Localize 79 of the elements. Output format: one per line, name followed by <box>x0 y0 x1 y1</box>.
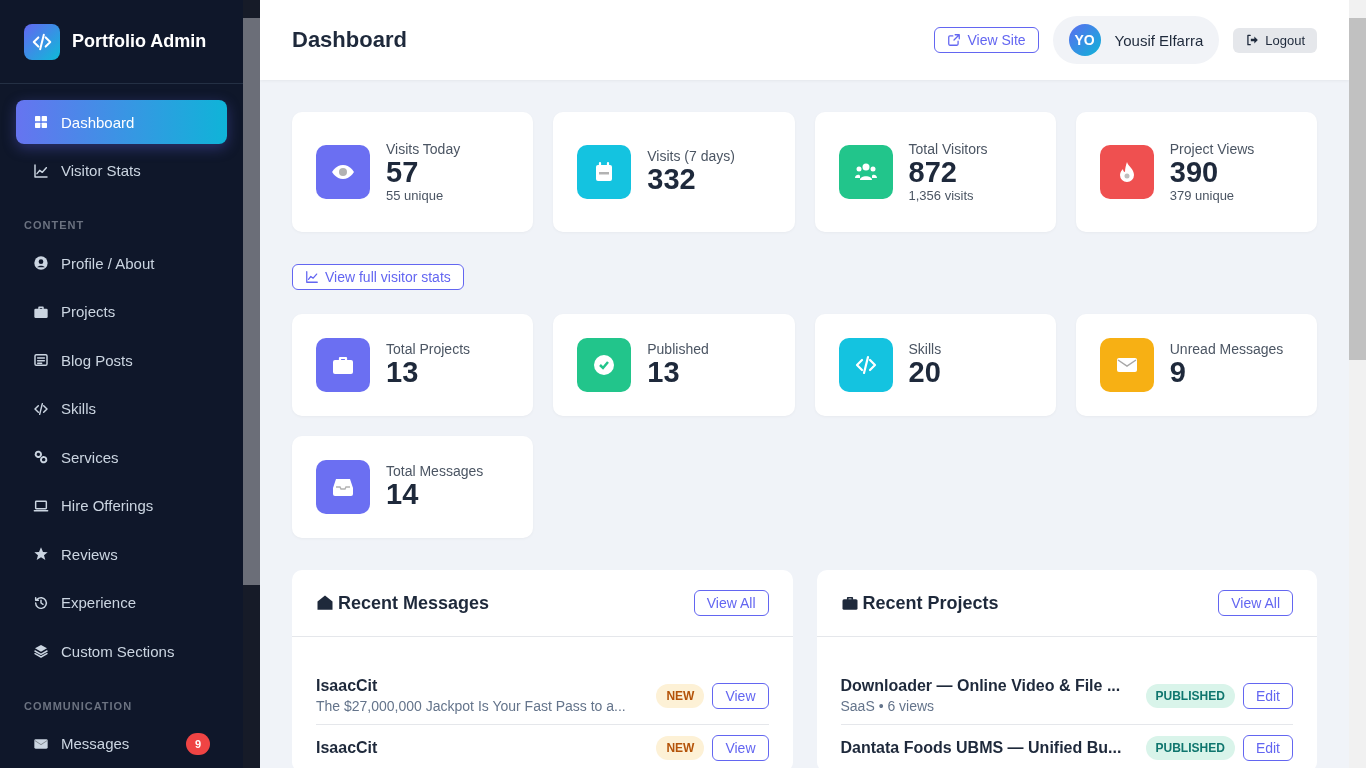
grid-icon <box>33 114 49 130</box>
scrollbar[interactable] <box>1349 0 1366 768</box>
stat-value: 13 <box>386 357 420 389</box>
nav-item[interactable]: Services <box>16 435 227 479</box>
message-preview: The $27,000,000 Jackpot Is Your Fast Pass to a... <box>316 698 627 714</box>
stat-value: 14 <box>386 479 420 511</box>
status-badge: PUBLISHED <box>1145 683 1235 708</box>
new-badge: NEW <box>656 683 705 708</box>
nav-item[interactable]: Blog Posts <box>16 338 227 382</box>
stat-label: Visits Today <box>386 140 461 157</box>
stat-value: 872 <box>908 156 958 189</box>
briefcase-icon <box>840 594 859 612</box>
stat-value: 9 <box>1169 357 1187 389</box>
view-all-button[interactable]: View All <box>693 590 769 616</box>
stat-value: 332 <box>647 164 697 196</box>
section-heading: COMMUNICATION <box>23 698 134 714</box>
avatar: YO <box>1068 24 1101 56</box>
stat-label: Visits (7 days) <box>647 148 735 165</box>
stat-value: 13 <box>647 357 681 389</box>
nav-item[interactable]: Custom Sections <box>16 629 227 673</box>
scrollbar[interactable] <box>243 0 260 768</box>
stat-subtext: 379 unique <box>1169 188 1236 204</box>
view-site-button[interactable]: View Site <box>934 27 1039 53</box>
check-icon <box>592 353 617 377</box>
stat-label: Total Messages <box>386 463 484 480</box>
brand-name: Portfolio Admin <box>72 31 207 52</box>
stat-value: 57 <box>386 156 420 189</box>
stat-value: 390 <box>1169 156 1220 189</box>
user-icon <box>33 255 49 271</box>
stat-label: Project Views <box>1169 140 1255 157</box>
nav-item[interactable]: Reviews <box>16 532 227 576</box>
logout-icon <box>1245 33 1260 47</box>
user-chip[interactable]: YO Yousif Elfarra <box>1052 16 1220 64</box>
page-title: Dashboard <box>292 27 407 53</box>
visitor-stats-button[interactable]: View full visitor stats <box>292 264 464 290</box>
view-button[interactable]: View <box>712 682 769 709</box>
logout-button[interactable]: Logout <box>1233 27 1317 53</box>
gears-icon <box>33 449 49 465</box>
stat-label: Total Visitors <box>908 140 988 157</box>
panel-title: Recent Messages <box>338 592 490 614</box>
edit-button[interactable]: Edit <box>1242 735 1293 761</box>
stat-label: Published <box>647 341 709 358</box>
user-name: Yousif Elfarra <box>1114 31 1204 49</box>
project-title: Downloader — Online Video & File ... <box>840 677 1122 695</box>
stat-label: Unread Messages <box>1169 341 1284 358</box>
chart-icon <box>33 162 49 179</box>
project-title: Dantata Foods UBMS — Unified Bu... <box>840 739 1123 757</box>
newspaper-icon <box>33 352 49 368</box>
view-all-button[interactable]: View All <box>1218 590 1293 616</box>
chart-icon <box>305 270 319 284</box>
sender-name: IsaacCit <box>316 677 379 695</box>
nav-item[interactable]: Messages 9 <box>16 721 227 766</box>
stat-subtext: 1,356 visits <box>908 188 975 204</box>
count-badge: 9 <box>186 732 210 755</box>
edit-button[interactable]: Edit <box>1242 682 1293 709</box>
sender-name: IsaacCit <box>316 739 379 757</box>
code-icon <box>33 400 49 417</box>
panel-title: Recent Projects <box>862 592 999 614</box>
view-button[interactable]: View <box>712 735 769 761</box>
nav-item[interactable]: Experience <box>16 580 227 625</box>
section-heading: CONTENT <box>23 218 86 233</box>
history-icon <box>33 594 49 611</box>
nav-item[interactable]: Profile / About <box>16 241 227 285</box>
layers-icon <box>33 643 49 659</box>
stat-subtext: 55 unique <box>386 188 445 204</box>
project-meta: SaaS • 6 views <box>840 698 936 714</box>
nav-item[interactable]: Visitor Stats <box>16 148 227 193</box>
logo-icon <box>24 23 60 60</box>
stat-label: Total Projects <box>386 341 471 358</box>
stat-value: 20 <box>908 357 942 389</box>
status-badge: PUBLISHED <box>1145 736 1235 760</box>
code-icon <box>853 353 878 377</box>
nav-item[interactable]: Skills <box>16 386 227 431</box>
external-link-icon <box>947 33 962 47</box>
stat-label: Skills <box>908 341 942 358</box>
nav-item[interactable]: Hire Offerings <box>16 483 227 528</box>
star-icon <box>33 546 49 562</box>
nav-item[interactable]: Projects <box>16 289 227 334</box>
new-badge: NEW <box>656 736 705 760</box>
